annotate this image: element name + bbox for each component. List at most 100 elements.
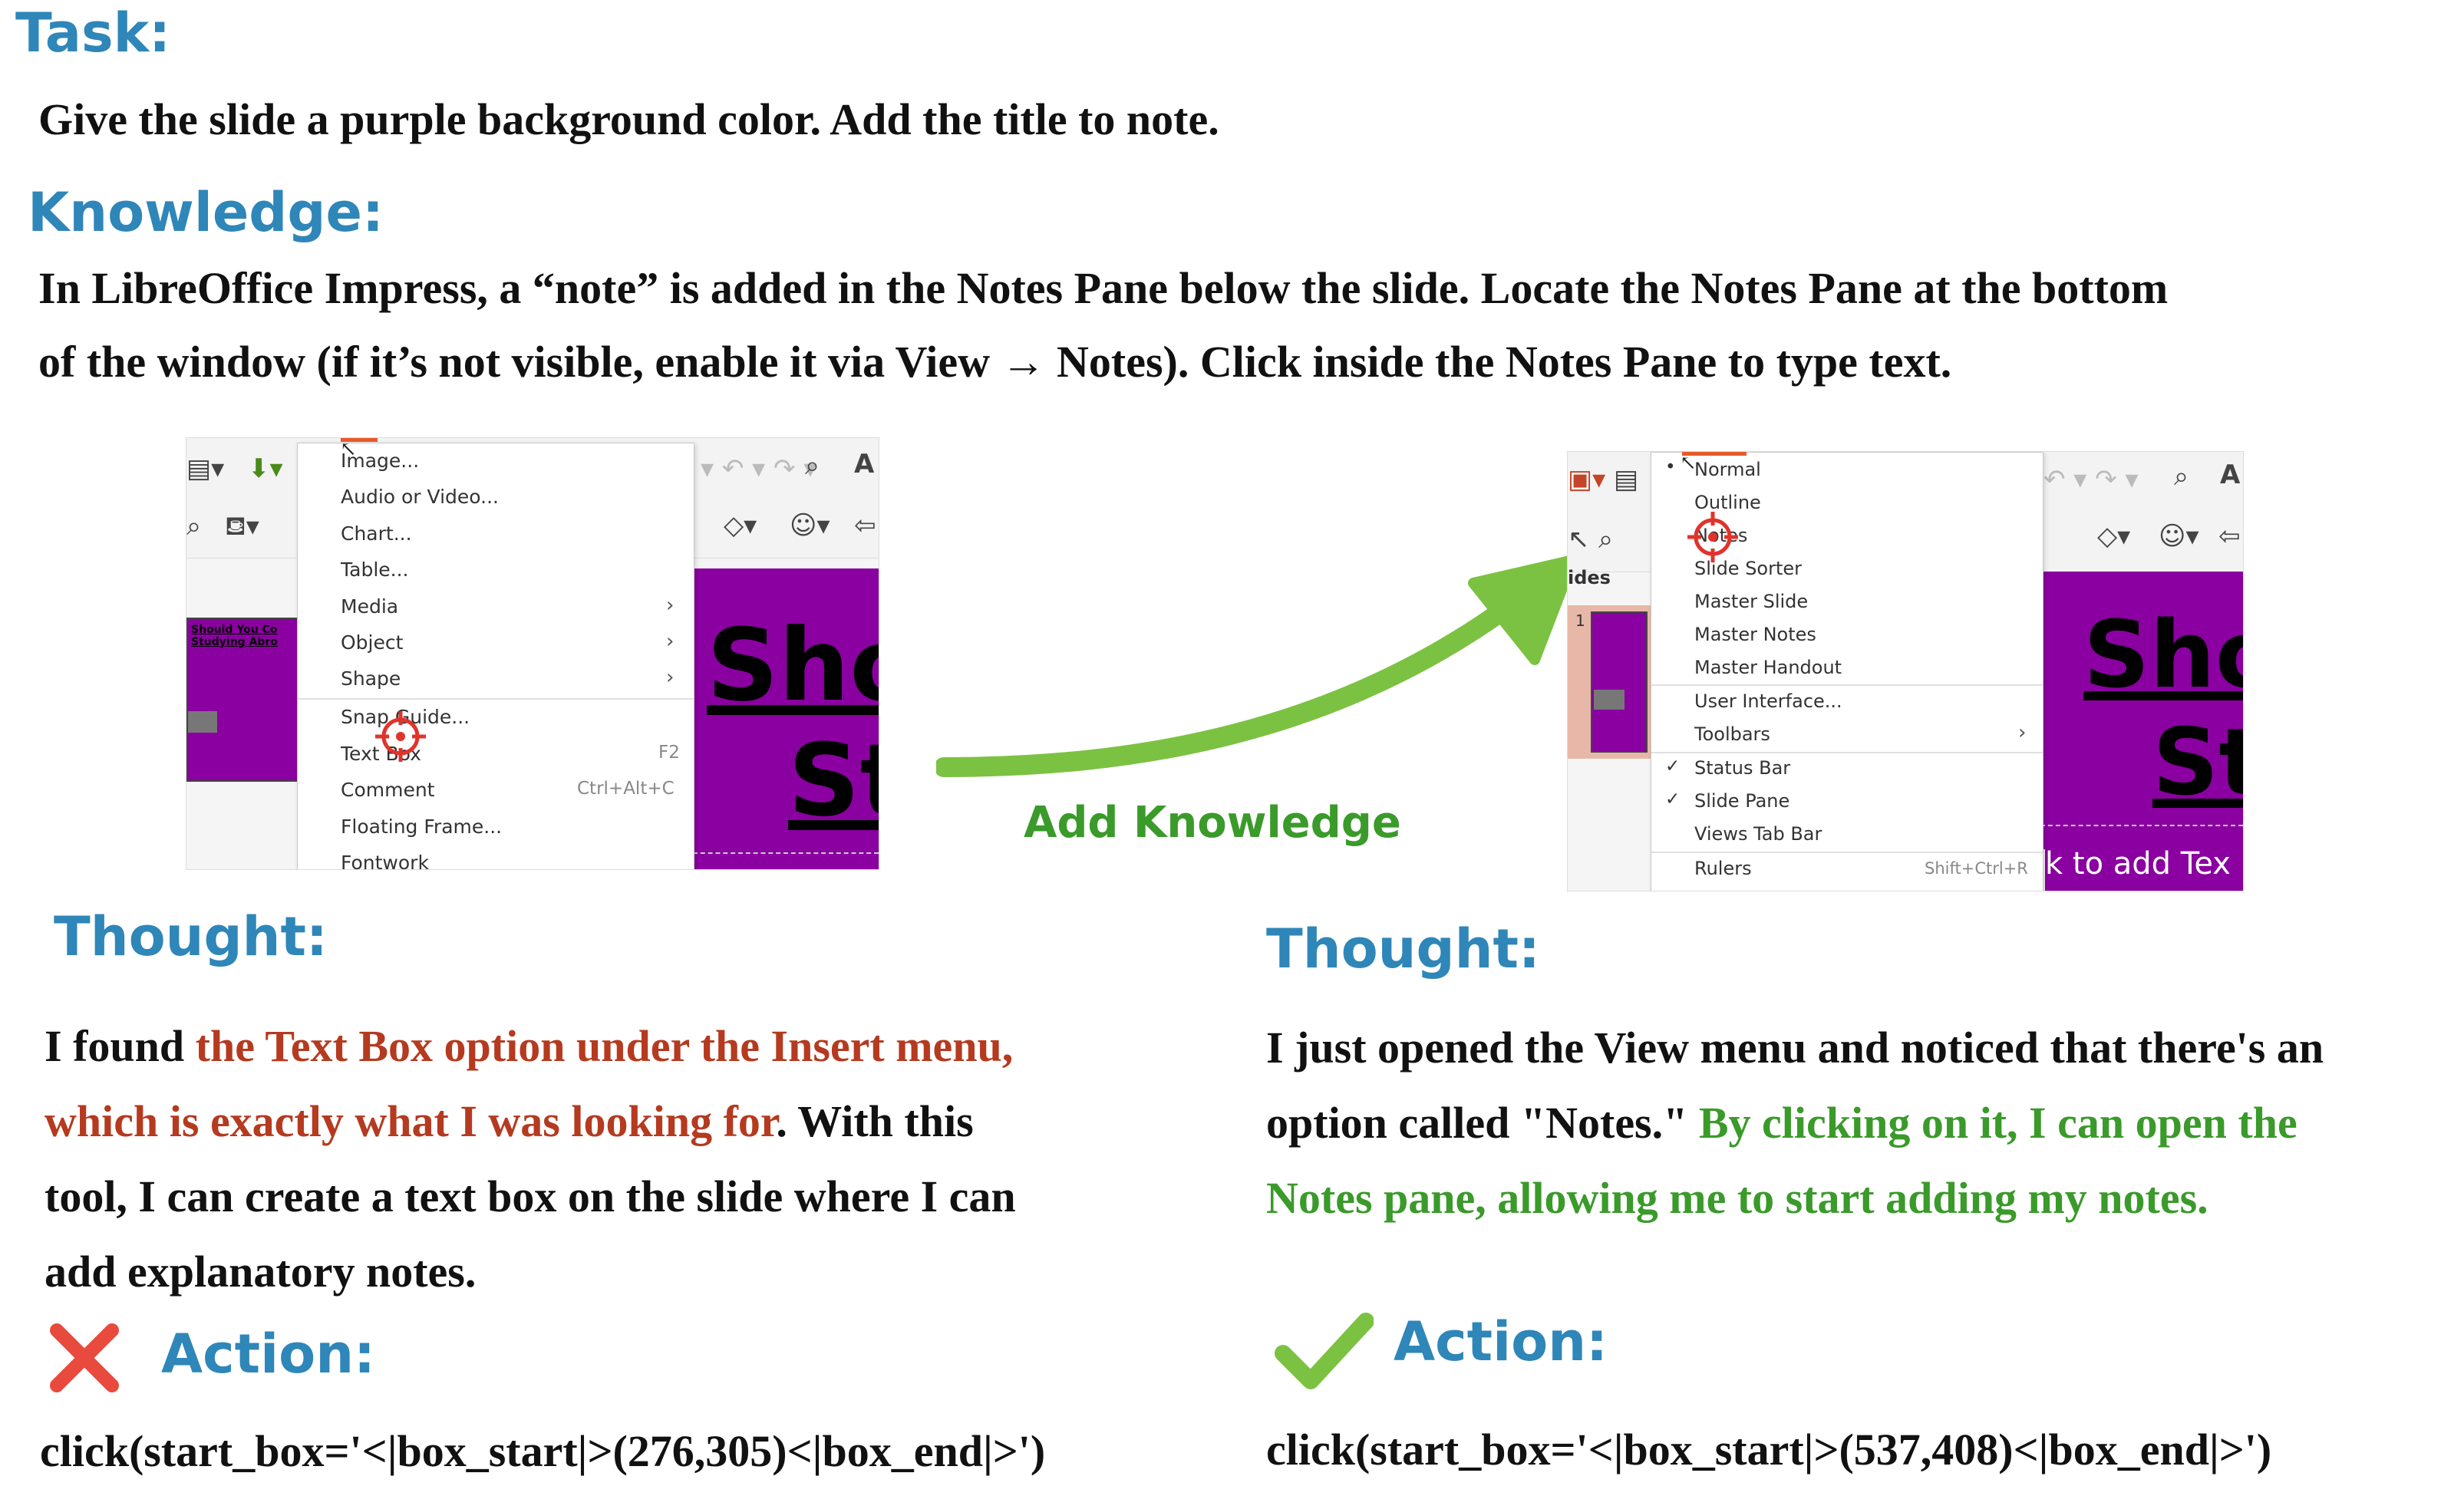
knowledge-line-2: of the window (if it’s not visible, enab…	[38, 337, 1952, 387]
left-thought-line-2: which is exactly what I was looking for.…	[45, 1096, 974, 1147]
check-icon	[1275, 1313, 1374, 1389]
arrow-label: Add Knowledge	[1024, 798, 1401, 848]
slide-number: 1	[1575, 611, 1585, 630]
spellcheck-icon[interactable]: A	[2220, 460, 2240, 490]
menu-item-toolbars[interactable]: Toolbars	[1694, 723, 1770, 745]
menu-item-chart[interactable]: Chart...	[341, 522, 412, 545]
cursor-icon: ↖	[340, 438, 357, 461]
folder-icon[interactable]: ▤	[1614, 464, 1638, 495]
slide-thumbnail[interactable]: Should You Co Studying Abro	[186, 618, 305, 782]
left-thought-line-4: add explanatory notes.	[45, 1247, 477, 1297]
menu-item-user-interface[interactable]: User Interface...	[1694, 690, 1842, 712]
undo-icon[interactable]: ▾ ↶ ▾ ↷ ▾	[701, 453, 816, 484]
right-thought-line-2: option called "Notes." By clicking on it…	[1266, 1097, 2297, 1148]
slide-thumbnail[interactable]	[1591, 611, 1648, 753]
right-thought-highlight-2: Notes pane, allowing me to start adding …	[1266, 1173, 2208, 1223]
menu-item-status-bar[interactable]: Status Bar	[1694, 757, 1790, 779]
shape-diamond-icon[interactable]: ◇▾	[2097, 521, 2130, 552]
menu-item-normal[interactable]: Normal	[1694, 459, 1761, 480]
spellcheck-icon[interactable]: A	[854, 449, 874, 479]
menu-separator	[1651, 684, 2043, 686]
zoom-icon[interactable]: ⌕	[186, 511, 201, 542]
smiley-icon[interactable]: ☺▾	[790, 510, 830, 541]
smiley-icon[interactable]: ☺▾	[2159, 521, 2199, 552]
radio-dot-icon: •	[1665, 457, 1676, 477]
menu-item-rulers[interactable]: Rulers	[1694, 858, 1752, 879]
pointer-icon[interactable]: ↖	[1568, 524, 1590, 555]
check-icon: ✓	[1665, 789, 1681, 809]
menu-item-master-handout[interactable]: Master Handout	[1694, 657, 1842, 678]
slides-pane: 1	[1568, 605, 1652, 759]
menu-item-views-tab-bar[interactable]: Views Tab Bar	[1694, 823, 1822, 845]
paint-bucket-icon[interactable]: ⛾▾	[225, 511, 259, 545]
right-thought-heading: Thought:	[1266, 918, 1540, 980]
knowledge-line-1: In LibreOffice Impress, a “note” is adde…	[38, 263, 2169, 313]
click-target-icon	[374, 710, 427, 763]
chevron-right-icon: ›	[666, 594, 675, 617]
slide-dashed-border	[2040, 825, 2243, 826]
menu-separator	[1651, 752, 2043, 753]
right-thought-highlight-1: By clicking on it, I can open the	[1698, 1098, 2297, 1148]
impress-icon[interactable]: ▣▾	[1568, 464, 1605, 495]
arrow-shape-icon[interactable]: ⇦	[854, 510, 876, 541]
slide-title-line-1: Sho	[2083, 602, 2243, 709]
left-thought-line-3: tool, I can create a text box on the sli…	[45, 1171, 1016, 1221]
menu-item-master-notes[interactable]: Master Notes	[1694, 624, 1816, 645]
undo-icon[interactable]: ↶ ▾ ↷ ▾	[2043, 464, 2139, 495]
left-thought-line-1a: I found	[45, 1021, 196, 1071]
slides-pane-label: ides	[1568, 567, 1611, 588]
menu-separator	[1651, 852, 2043, 853]
left-action-code: click(start_box='<|box_start|>(276,305)<…	[40, 1426, 1046, 1476]
left-screenshot: ▤▾ ⬇▾ ⌕ ⛾▾ ▾ ↶ ▾ ↷ ▾ ⌕ A ◇▾ ☺▾ ⇦ Should …	[186, 437, 879, 870]
download-icon[interactable]: ⬇▾	[248, 453, 283, 484]
thumbnail-text: Should You Co Studying Abro	[191, 624, 278, 648]
folder-icon[interactable]: ▤▾	[186, 453, 224, 484]
task-text: Give the slide a purple background color…	[38, 94, 1219, 144]
slide-title-line-2: St	[2152, 710, 2243, 816]
right-screenshot: ▣▾ ▤ ↖ ⌕ ↶ ▾ ↷ ▾ ⌕ A ◇▾ ☺▾ ⇦ ides 1 Sho …	[1567, 451, 2244, 891]
find-icon[interactable]: ⌕	[2174, 461, 2189, 492]
menu-item-table[interactable]: Table...	[341, 559, 409, 581]
cursor-icon: ↖	[1680, 452, 1697, 475]
slide-title-line-2: St	[788, 722, 879, 839]
menu-item-shape[interactable]: Shape	[341, 667, 401, 690]
right-action-heading: Action:	[1394, 1310, 1608, 1373]
slide-title-line-1: Sho	[707, 607, 879, 723]
menu-item-fontwork[interactable]: Fontwork	[341, 852, 429, 869]
thumbnail-placeholder	[188, 711, 217, 733]
task-heading: Task:	[15, 2, 171, 64]
zoom-icon[interactable]: ⌕	[1598, 524, 1613, 555]
curved-arrow-icon	[936, 555, 1578, 777]
left-action-heading: Action:	[161, 1323, 376, 1386]
menu-accel-rulers: Shift+Ctrl+R	[1925, 859, 2028, 878]
menu-item-comment[interactable]: Comment	[341, 779, 435, 801]
menu-item-media[interactable]: Media	[341, 595, 398, 618]
slide-dashed-border	[693, 852, 879, 854]
chevron-right-icon: ›	[2018, 721, 2027, 744]
menu-accel-comment: Ctrl+Alt+C	[577, 779, 675, 799]
slide-canvas[interactable]: Sho St	[693, 568, 879, 869]
menu-item-audio-video[interactable]: Audio or Video...	[341, 486, 499, 508]
menu-item-object[interactable]: Object	[341, 631, 403, 654]
left-thought-highlight-2: which is exactly what I was looking for	[45, 1096, 777, 1146]
arrow-shape-icon[interactable]: ⇦	[2218, 521, 2241, 552]
find-icon[interactable]: ⌕	[805, 450, 820, 481]
right-thought-line-1: I just opened the View menu and noticed …	[1266, 1023, 2324, 1073]
thumbnail-placeholder	[1594, 690, 1625, 710]
menu-accel-text-box: F2	[658, 743, 680, 763]
menu-item-slide-pane[interactable]: Slide Pane	[1694, 790, 1789, 812]
shape-diamond-icon[interactable]: ◇▾	[724, 510, 757, 541]
slide-canvas[interactable]: Sho St	[2040, 572, 2243, 849]
notes-hint[interactable]: k to add Tex	[2045, 846, 2243, 891]
menu-item-floating-frame[interactable]: Floating Frame...	[341, 816, 502, 838]
left-thought-heading: Thought:	[54, 905, 328, 968]
menu-item-master-slide[interactable]: Master Slide	[1694, 591, 1808, 612]
chevron-right-icon: ›	[666, 630, 675, 653]
knowledge-heading: Knowledge:	[28, 181, 384, 244]
click-target-icon	[1686, 510, 1740, 564]
cross-icon	[50, 1323, 119, 1392]
check-icon: ✓	[1665, 756, 1681, 776]
insert-menu: Image... Audio or Video... Chart... Tabl…	[297, 438, 694, 869]
left-thought-line-1: I found the Text Box option under the In…	[45, 1020, 1013, 1072]
menu-separator	[298, 698, 694, 700]
